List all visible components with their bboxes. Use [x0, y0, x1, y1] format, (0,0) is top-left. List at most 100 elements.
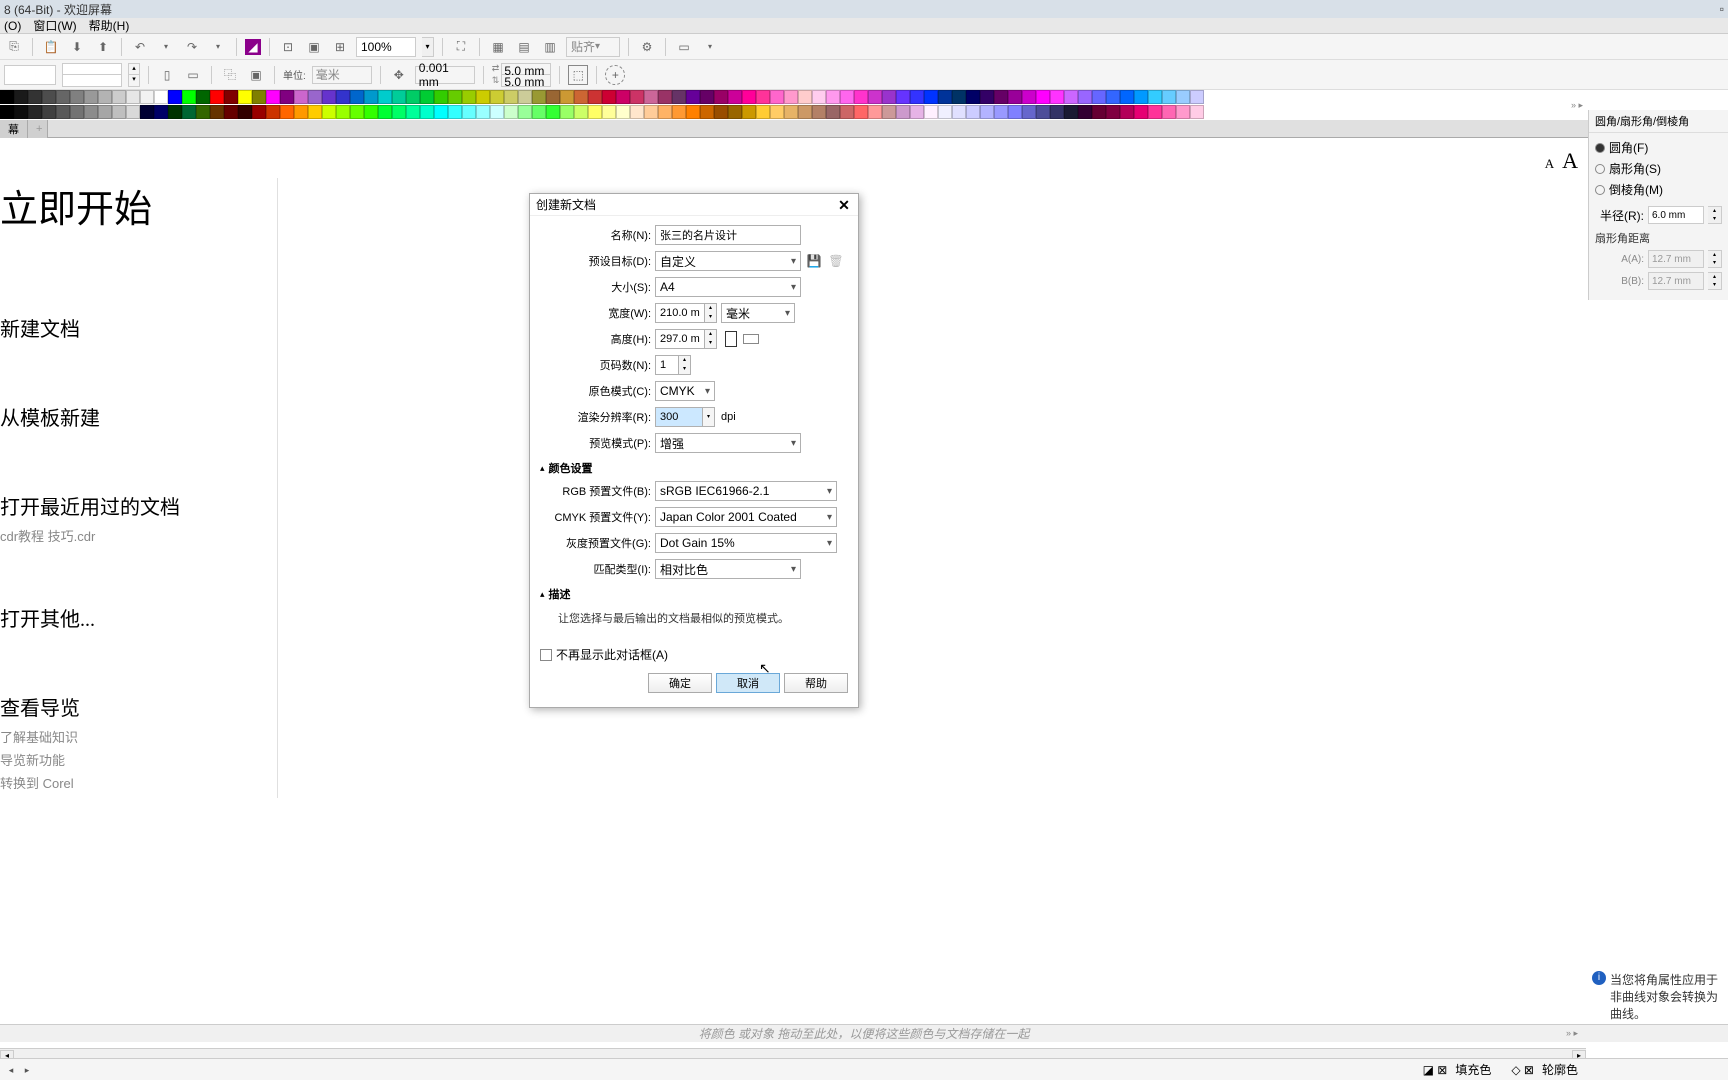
color-swatch[interactable] [546, 90, 560, 104]
color-swatch[interactable] [154, 90, 168, 104]
color-swatch[interactable] [588, 90, 602, 104]
color-swatch[interactable] [140, 105, 154, 119]
color-swatch[interactable] [28, 105, 42, 119]
color-swatch[interactable] [994, 90, 1008, 104]
link-open-other[interactable]: 打开其他... [0, 603, 1728, 632]
color-swatch[interactable] [14, 90, 28, 104]
color-swatch[interactable] [756, 105, 770, 119]
color-swatch[interactable] [896, 90, 910, 104]
color-swatch[interactable] [406, 90, 420, 104]
color-swatch[interactable] [56, 90, 70, 104]
color-swatch[interactable] [798, 105, 812, 119]
fill-indicator-icon[interactable]: ◪ ⊠ [1423, 1063, 1448, 1077]
color-swatch[interactable] [378, 105, 392, 119]
color-swatch[interactable] [252, 90, 266, 104]
menu-help[interactable]: 帮助(H) [89, 17, 130, 34]
save-preset-icon[interactable]: 💾 [805, 252, 823, 270]
color-swatch[interactable] [434, 105, 448, 119]
color-swatch[interactable] [196, 90, 210, 104]
color-swatch[interactable] [1008, 90, 1022, 104]
export-icon[interactable]: ⬆ [93, 37, 113, 57]
color-swatch[interactable] [448, 90, 462, 104]
collapse-desc-icon[interactable]: ▴ [540, 589, 545, 600]
color-swatch[interactable] [952, 105, 966, 119]
zoom-input[interactable]: 100% [356, 37, 416, 57]
color-swatch[interactable] [504, 105, 518, 119]
color-swatch[interactable] [420, 90, 434, 104]
name-input[interactable] [655, 225, 801, 245]
color-swatch[interactable] [266, 105, 280, 119]
color-swatch[interactable] [574, 105, 588, 119]
cmyk-profile-select[interactable]: Japan Color 2001 Coated [655, 507, 837, 527]
outline-indicator-icon[interactable]: ◇ ⊠ [1511, 1063, 1534, 1077]
color-swatch[interactable] [350, 105, 364, 119]
color-swatch[interactable] [868, 105, 882, 119]
color-swatch[interactable] [112, 105, 126, 119]
color-swatch[interactable] [224, 90, 238, 104]
color-swatch[interactable] [658, 90, 672, 104]
color-swatch[interactable] [1106, 105, 1120, 119]
link-new-document[interactable]: 新建文档 [0, 313, 1728, 342]
color-swatch[interactable] [140, 90, 154, 104]
color-swatch[interactable] [910, 105, 924, 119]
color-swatch[interactable] [1162, 90, 1176, 104]
collapse-color-icon[interactable]: ▴ [540, 463, 545, 474]
color-swatch[interactable] [868, 90, 882, 104]
colorwells-more-icon[interactable]: » ▸ [1566, 1028, 1578, 1039]
color-swatch[interactable] [616, 105, 630, 119]
pages-spinner[interactable]: ▴▾ [679, 355, 691, 375]
resolution-dropdown[interactable]: ▾ [703, 407, 715, 427]
color-swatch[interactable] [812, 105, 826, 119]
color-swatch[interactable] [798, 90, 812, 104]
color-swatch[interactable] [112, 90, 126, 104]
spinner-down-icon[interactable]: ▾ [128, 75, 140, 87]
color-swatch[interactable] [1106, 90, 1120, 104]
match-type-select[interactable]: 相对比色 [655, 559, 801, 579]
color-swatch[interactable] [630, 105, 644, 119]
color-swatch[interactable] [784, 105, 798, 119]
color-swatch[interactable] [42, 105, 56, 119]
color-swatch[interactable] [630, 90, 644, 104]
color-swatch[interactable] [966, 105, 980, 119]
link-basics[interactable]: 了解基础知识 [0, 727, 1728, 746]
color-swatch[interactable] [924, 105, 938, 119]
color-swatch[interactable] [1190, 90, 1204, 104]
color-swatch[interactable] [378, 90, 392, 104]
page-height-input[interactable] [62, 75, 122, 87]
color-swatch[interactable] [644, 90, 658, 104]
color-swatch[interactable] [518, 105, 532, 119]
color-swatch[interactable] [1092, 105, 1106, 119]
preset-select[interactable]: 自定义 [655, 251, 801, 271]
color-swatch[interactable] [560, 105, 574, 119]
color-swatch[interactable] [322, 90, 336, 104]
color-swatch[interactable] [672, 105, 686, 119]
redo-icon[interactable]: ↷ [182, 37, 202, 57]
color-swatch[interactable] [1022, 105, 1036, 119]
color-swatch[interactable] [1120, 90, 1134, 104]
menu-window[interactable]: 窗口(W) [33, 17, 76, 34]
color-swatch[interactable] [812, 90, 826, 104]
color-swatch[interactable] [322, 105, 336, 119]
color-swatch[interactable] [1022, 90, 1036, 104]
color-swatch[interactable] [294, 105, 308, 119]
width-input[interactable] [655, 303, 705, 323]
palette-more-icon[interactable]: » ▸ [1571, 100, 1583, 111]
portrait-button[interactable] [725, 331, 737, 347]
color-swatch[interactable] [672, 90, 686, 104]
color-swatch[interactable] [280, 90, 294, 104]
color-swatch[interactable] [1064, 105, 1078, 119]
color-swatch[interactable] [994, 105, 1008, 119]
color-swatch[interactable] [1064, 90, 1078, 104]
color-swatch[interactable] [70, 105, 84, 119]
color-swatch[interactable] [882, 90, 896, 104]
zoom-fit-icon[interactable]: ⊞ [330, 37, 350, 57]
color-swatch[interactable] [462, 105, 476, 119]
colormode-select[interactable]: CMYK [655, 381, 715, 401]
link-open-recent[interactable]: 打开最近用过的文档 [0, 491, 1728, 520]
color-swatch[interactable] [1134, 90, 1148, 104]
color-swatch[interactable] [1050, 90, 1064, 104]
color-swatch[interactable] [28, 90, 42, 104]
color-swatch[interactable] [770, 105, 784, 119]
quick-customize-icon[interactable]: + [605, 65, 625, 85]
color-swatch[interactable] [0, 105, 14, 119]
